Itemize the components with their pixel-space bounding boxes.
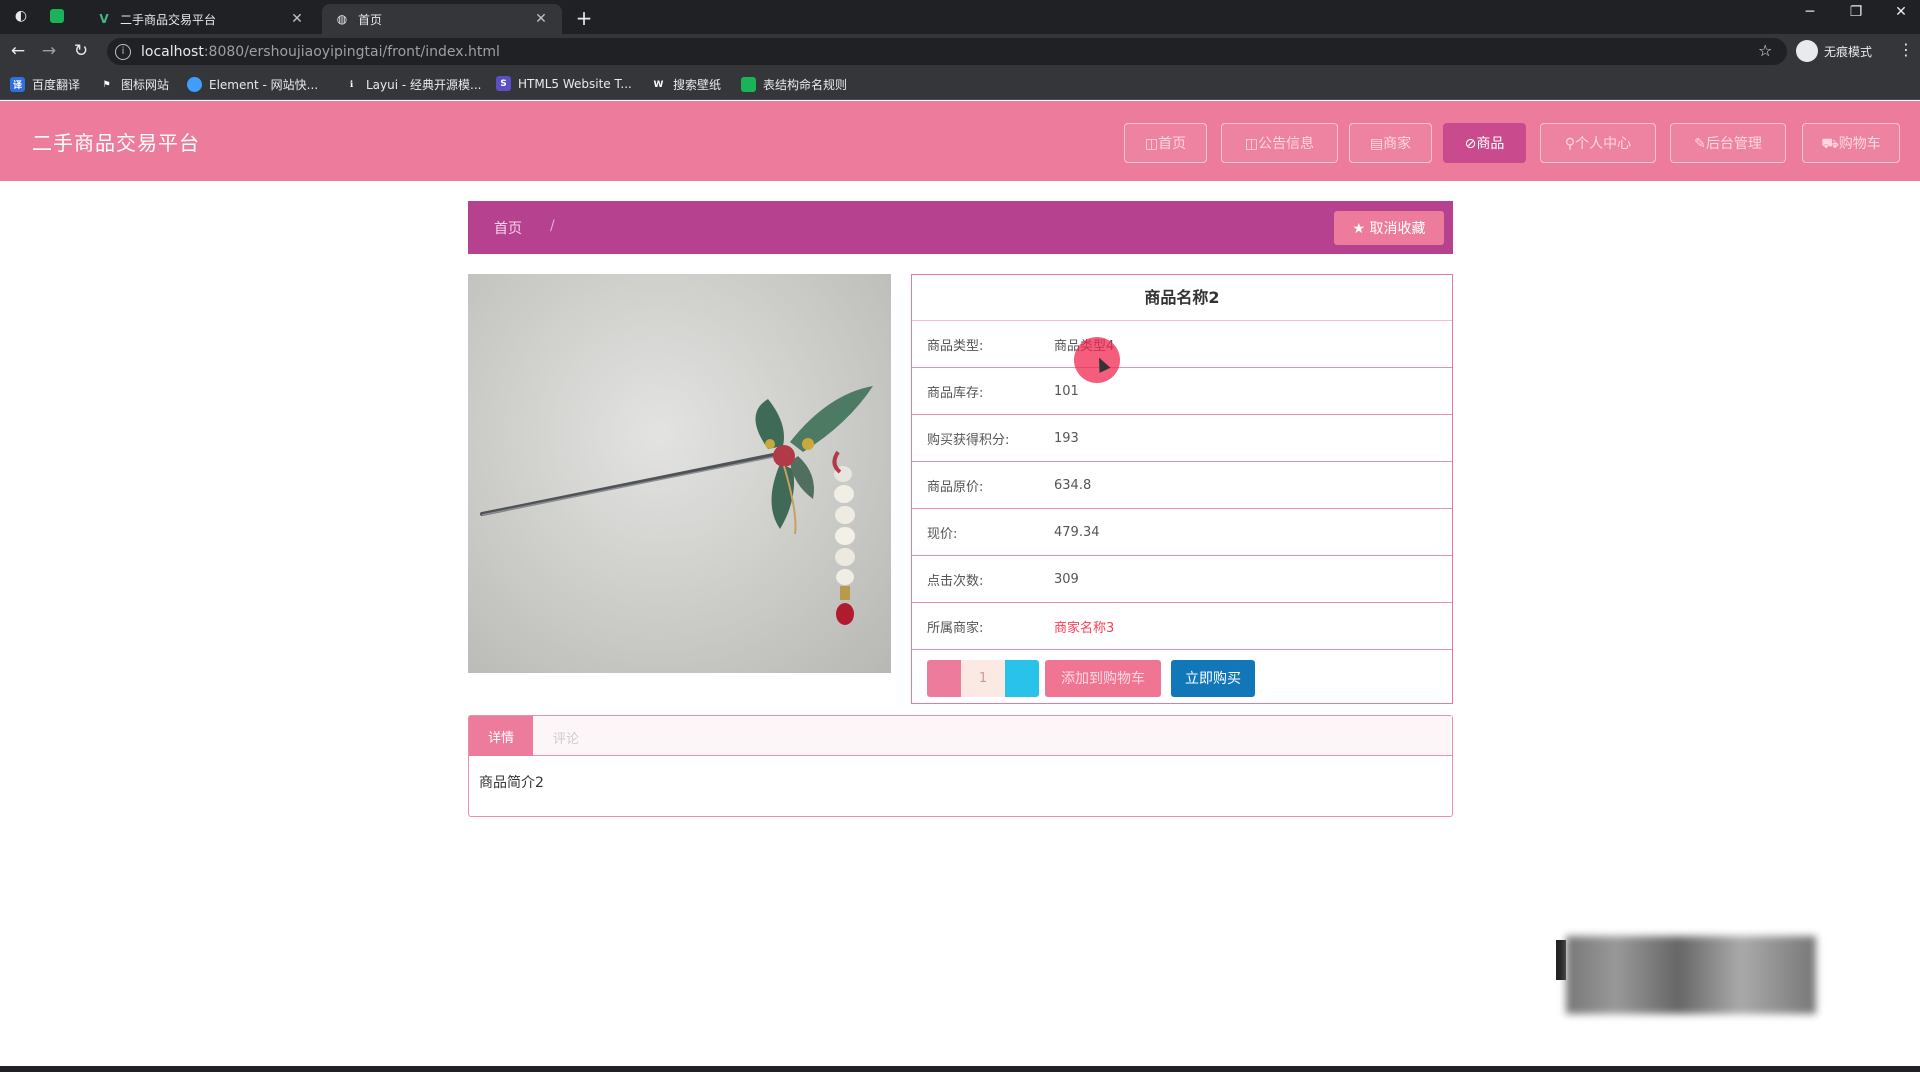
field-label: 现价:	[927, 526, 958, 542]
address-bar[interactable]: i localhost:8080/ershoujiaoyipingtai/fro…	[107, 38, 1787, 65]
field-row-original-price: 商品原价: 634.8	[912, 462, 1452, 509]
bookmark-item[interactable]: W 搜索壁纸	[651, 76, 721, 93]
field-label: 商品类型:	[927, 338, 984, 354]
bookmark-item[interactable]: Element - 网站快...	[187, 76, 318, 93]
tab-detail[interactable]: 详情	[469, 716, 533, 756]
breadcrumb-home[interactable]: 首页	[494, 218, 522, 238]
incognito-icon	[1796, 40, 1818, 62]
bookmarks-bar: 译百度翻译 ⚑ 图标网站 Element - 网站快... ℹ Layui - 经典…	[0, 68, 1920, 100]
nav-products[interactable]: ⊘商品	[1443, 123, 1526, 163]
browser-toolbar: ← → ↻ i localhost:8080/ershoujiaoyipingt…	[0, 34, 1920, 68]
field-row-current-price: 现价: 479.34	[912, 509, 1452, 556]
breadcrumb: 首页 / ★ 取消收藏	[468, 201, 1453, 254]
translate-icon: 译	[10, 77, 25, 92]
url-host: localhost	[141, 43, 204, 60]
profile-label: 无痕模式	[1824, 44, 1873, 59]
profile-button[interactable]: 无痕模式	[1796, 40, 1872, 62]
tabs-header: 详情 评论	[469, 716, 1452, 756]
quantity-decrease-button[interactable]	[927, 659, 961, 697]
quantity-input[interactable]: 1	[961, 659, 1005, 697]
watermark-edge	[1556, 940, 1566, 980]
vue-icon: V	[99, 12, 109, 26]
bookmark-item[interactable]: 表结构命名规则	[741, 76, 847, 93]
field-label: 购买获得积分:	[927, 432, 1010, 448]
detail-tabs: 详情 评论 商品简介2	[468, 715, 1453, 817]
browser-menu-icon[interactable]: ◐	[12, 7, 30, 25]
tab-home[interactable]: ◍ 首页 ✕	[322, 4, 562, 34]
html5-icon: S	[496, 76, 511, 91]
browser-tab-strip: ◐ V 二手商品交易平台 ✕ ◍ 首页 ✕ + ─ ❐ ✕	[0, 0, 1920, 34]
field-label: 商品库存:	[927, 385, 984, 401]
field-value: 479.34	[1054, 524, 1100, 540]
minimize-icon[interactable]: ─	[1793, 4, 1827, 20]
purchase-actions: 1 添加到购物车 立即购买	[927, 659, 1255, 697]
sheet-icon	[741, 77, 756, 92]
site-info-icon[interactable]: i	[115, 43, 131, 60]
layui-icon: ℹ	[344, 77, 359, 92]
nav-personal-center[interactable]: ⚲个人中心	[1540, 123, 1656, 163]
site-title[interactable]: 二手商品交易平台	[32, 127, 200, 156]
flag-icon: ⚑	[99, 77, 114, 92]
field-label: 所属商家:	[927, 620, 984, 636]
reload-icon[interactable]: ↻	[70, 41, 92, 63]
nav-announcements[interactable]: ◫公告信息	[1221, 123, 1338, 163]
site-header: 二手商品交易平台 ◫首页 ◫公告信息 ▤商家 ⊘商品 ⚲个人中心 ✎后台管理 ⛟…	[0, 101, 1920, 181]
wallpaper-icon: W	[651, 77, 666, 92]
close-tab-icon[interactable]: ✕	[532, 11, 550, 27]
close-tab-icon[interactable]: ✕	[288, 11, 306, 27]
product-name: 商品名称2	[912, 275, 1452, 321]
add-to-cart-button[interactable]: 添加到购物车	[1045, 659, 1161, 697]
field-row-clicks: 点击次数: 309	[912, 556, 1452, 603]
bookmark-star-icon[interactable]: ☆	[1758, 41, 1772, 60]
merchant-link[interactable]: 商家名称3	[1054, 617, 1114, 636]
new-tab-button[interactable]: +	[573, 6, 595, 30]
forward-icon[interactable]: →	[38, 41, 60, 63]
element-icon	[187, 77, 202, 92]
more-menu-icon[interactable]: ⋮	[1898, 40, 1914, 59]
nav-admin[interactable]: ✎后台管理	[1670, 123, 1786, 163]
tab-title: 首页	[358, 12, 383, 27]
bookmark-item[interactable]: ℹ Layui - 经典开源模...	[344, 76, 481, 93]
bookmark-item[interactable]: 译百度翻译	[10, 76, 80, 93]
nav-merchants[interactable]: ▤商家	[1349, 123, 1432, 163]
nav-home[interactable]: ◫首页	[1124, 123, 1207, 163]
nav-cart[interactable]: ⛟购物车	[1802, 123, 1900, 163]
tab-group-icon[interactable]	[50, 9, 64, 23]
close-window-icon[interactable]: ✕	[1884, 4, 1918, 20]
field-value: 634.8	[1054, 477, 1092, 493]
field-value: 309	[1054, 571, 1079, 587]
breadcrumb-separator: /	[550, 218, 555, 234]
product-image	[468, 274, 891, 673]
field-row-stock: 商品库存: 101	[912, 368, 1452, 415]
tab-platform[interactable]: V 二手商品交易平台 ✕	[84, 4, 318, 34]
back-icon[interactable]: ←	[7, 41, 29, 63]
field-row-points: 购买获得积分: 193	[912, 415, 1452, 462]
tab-title: 二手商品交易平台	[120, 12, 217, 27]
bookmark-item[interactable]: ⚑ 图标网站	[99, 76, 169, 93]
quantity-increase-button[interactable]	[1005, 659, 1039, 697]
globe-icon: ◍	[336, 12, 348, 26]
bottom-edge	[0, 1066, 1920, 1072]
field-label: 商品原价:	[927, 479, 984, 495]
tab-review[interactable]: 评论	[553, 728, 579, 747]
unfavorite-button[interactable]: ★ 取消收藏	[1334, 211, 1444, 245]
product-info-panel: 商品名称2 商品类型: 商品类型4 商品库存: 101 购买获得积分: 193 …	[911, 274, 1453, 704]
restore-icon[interactable]: ❐	[1839, 4, 1873, 20]
field-value: 193	[1054, 430, 1079, 446]
url-path: :8080/ershoujiaoyipingtai/front/index.ht…	[203, 43, 500, 60]
product-description: 商品简介2	[479, 775, 544, 791]
buy-now-button[interactable]: 立即购买	[1171, 659, 1255, 697]
field-row-merchant: 所属商家: 商家名称3	[912, 603, 1452, 650]
blurred-watermark	[1566, 936, 1816, 1014]
field-row-type: 商品类型: 商品类型4	[912, 321, 1452, 368]
field-label: 点击次数:	[927, 573, 984, 589]
bookmark-item[interactable]: S HTML5 Website T...	[496, 76, 632, 91]
field-value: 101	[1054, 383, 1079, 399]
hairpin-illustration	[480, 386, 873, 625]
